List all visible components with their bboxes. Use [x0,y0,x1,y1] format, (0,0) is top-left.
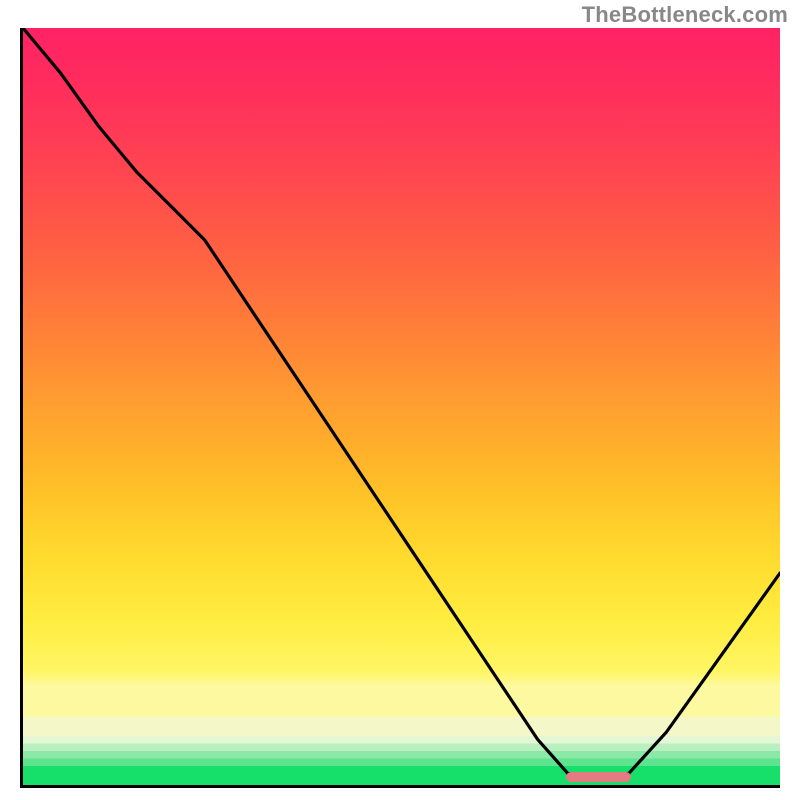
plot-area [20,28,780,788]
chart-container: TheBottleneck.com [0,0,800,800]
watermark-text: TheBottleneck.com [582,2,788,28]
bottleneck-curve [23,28,780,774]
optimal-range-marker [566,772,631,782]
curve-svg [23,28,780,785]
